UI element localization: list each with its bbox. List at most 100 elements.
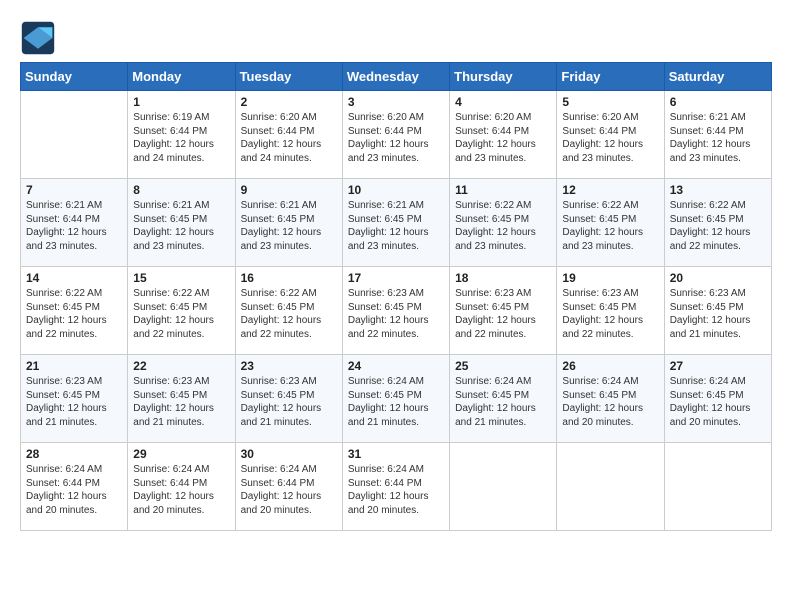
day-info: Sunrise: 6:20 AM Sunset: 6:44 PM Dayligh…	[348, 111, 444, 165]
weekday-header-wednesday: Wednesday	[342, 63, 449, 91]
day-info: Sunrise: 6:22 AM Sunset: 6:45 PM Dayligh…	[670, 199, 766, 253]
day-info: Sunrise: 6:24 AM Sunset: 6:44 PM Dayligh…	[133, 463, 229, 517]
day-number: 15	[133, 271, 229, 285]
day-number: 9	[241, 183, 337, 197]
week-row-1: 1 Sunrise: 6:19 AM Sunset: 6:44 PM Daylig…	[21, 91, 772, 179]
day-number: 4	[455, 95, 551, 109]
day-cell: 28 Sunrise: 6:24 AM Sunset: 6:44 PM Dayli…	[21, 443, 128, 531]
day-info: Sunrise: 6:22 AM Sunset: 6:45 PM Dayligh…	[26, 287, 122, 341]
day-cell: 16 Sunrise: 6:22 AM Sunset: 6:45 PM Dayli…	[235, 267, 342, 355]
day-cell	[21, 91, 128, 179]
logo	[20, 20, 60, 56]
day-info: Sunrise: 6:23 AM Sunset: 6:45 PM Dayligh…	[562, 287, 658, 341]
day-info: Sunrise: 6:24 AM Sunset: 6:45 PM Dayligh…	[455, 375, 551, 429]
day-info: Sunrise: 6:21 AM Sunset: 6:45 PM Dayligh…	[348, 199, 444, 253]
weekday-header-row: SundayMondayTuesdayWednesdayThursdayFrid…	[21, 63, 772, 91]
day-info: Sunrise: 6:24 AM Sunset: 6:44 PM Dayligh…	[241, 463, 337, 517]
day-number: 16	[241, 271, 337, 285]
weekday-header-friday: Friday	[557, 63, 664, 91]
day-cell: 22 Sunrise: 6:23 AM Sunset: 6:45 PM Dayli…	[128, 355, 235, 443]
day-info: Sunrise: 6:21 AM Sunset: 6:45 PM Dayligh…	[241, 199, 337, 253]
day-cell: 15 Sunrise: 6:22 AM Sunset: 6:45 PM Dayli…	[128, 267, 235, 355]
week-row-2: 7Sunrise: 6:21 AM Sunset: 6:44 PM Daylig…	[21, 179, 772, 267]
day-number: 5	[562, 95, 658, 109]
day-cell: 14 Sunrise: 6:22 AM Sunset: 6:45 PM Dayli…	[21, 267, 128, 355]
day-cell: 2Sunrise: 6:20 AM Sunset: 6:44 PM Daylig…	[235, 91, 342, 179]
day-cell: 26Sunrise: 6:24 AM Sunset: 6:45 PM Dayli…	[557, 355, 664, 443]
day-cell: 27 Sunrise: 6:24 AM Sunset: 6:45 PM Dayli…	[664, 355, 771, 443]
day-cell: 8Sunrise: 6:21 AM Sunset: 6:45 PM Daylig…	[128, 179, 235, 267]
day-info: Sunrise: 6:24 AM Sunset: 6:44 PM Dayligh…	[26, 463, 122, 517]
day-info: Sunrise: 6:20 AM Sunset: 6:44 PM Dayligh…	[562, 111, 658, 165]
calendar-table: SundayMondayTuesdayWednesdayThursdayFrid…	[20, 62, 772, 531]
day-number: 17	[348, 271, 444, 285]
day-number: 29	[133, 447, 229, 461]
day-number: 20	[670, 271, 766, 285]
day-number: 6	[670, 95, 766, 109]
day-info: Sunrise: 6:24 AM Sunset: 6:44 PM Dayligh…	[348, 463, 444, 517]
day-number: 1	[133, 95, 229, 109]
day-cell: 23 Sunrise: 6:23 AM Sunset: 6:45 PM Dayli…	[235, 355, 342, 443]
day-info: Sunrise: 6:20 AM Sunset: 6:44 PM Dayligh…	[455, 111, 551, 165]
weekday-header-sunday: Sunday	[21, 63, 128, 91]
day-cell: 13Sunrise: 6:22 AM Sunset: 6:45 PM Dayli…	[664, 179, 771, 267]
day-cell: 11 Sunrise: 6:22 AM Sunset: 6:45 PM Dayli…	[450, 179, 557, 267]
day-cell: 7Sunrise: 6:21 AM Sunset: 6:44 PM Daylig…	[21, 179, 128, 267]
weekday-header-thursday: Thursday	[450, 63, 557, 91]
day-info: Sunrise: 6:21 AM Sunset: 6:44 PM Dayligh…	[670, 111, 766, 165]
day-number: 19	[562, 271, 658, 285]
logo-icon	[20, 20, 56, 56]
day-cell: 9 Sunrise: 6:21 AM Sunset: 6:45 PM Daylig…	[235, 179, 342, 267]
day-cell: 19 Sunrise: 6:23 AM Sunset: 6:45 PM Dayli…	[557, 267, 664, 355]
day-number: 21	[26, 359, 122, 373]
weekday-header-saturday: Saturday	[664, 63, 771, 91]
day-number: 27	[670, 359, 766, 373]
day-info: Sunrise: 6:23 AM Sunset: 6:45 PM Dayligh…	[670, 287, 766, 341]
day-info: Sunrise: 6:22 AM Sunset: 6:45 PM Dayligh…	[133, 287, 229, 341]
day-cell: 20 Sunrise: 6:23 AM Sunset: 6:45 PM Dayli…	[664, 267, 771, 355]
day-info: Sunrise: 6:23 AM Sunset: 6:45 PM Dayligh…	[133, 375, 229, 429]
day-info: Sunrise: 6:23 AM Sunset: 6:45 PM Dayligh…	[455, 287, 551, 341]
day-cell: 1 Sunrise: 6:19 AM Sunset: 6:44 PM Daylig…	[128, 91, 235, 179]
day-cell	[664, 443, 771, 531]
day-number: 7	[26, 183, 122, 197]
day-cell: 12Sunrise: 6:22 AM Sunset: 6:45 PM Dayli…	[557, 179, 664, 267]
day-info: Sunrise: 6:22 AM Sunset: 6:45 PM Dayligh…	[455, 199, 551, 253]
day-number: 23	[241, 359, 337, 373]
weekday-header-tuesday: Tuesday	[235, 63, 342, 91]
day-info: Sunrise: 6:23 AM Sunset: 6:45 PM Dayligh…	[241, 375, 337, 429]
week-row-4: 21 Sunrise: 6:23 AM Sunset: 6:45 PM Dayli…	[21, 355, 772, 443]
day-info: Sunrise: 6:24 AM Sunset: 6:45 PM Dayligh…	[562, 375, 658, 429]
day-info: Sunrise: 6:23 AM Sunset: 6:45 PM Dayligh…	[348, 287, 444, 341]
day-cell: 29 Sunrise: 6:24 AM Sunset: 6:44 PM Dayli…	[128, 443, 235, 531]
page-header	[20, 20, 772, 56]
day-number: 18	[455, 271, 551, 285]
day-number: 14	[26, 271, 122, 285]
day-cell: 6 Sunrise: 6:21 AM Sunset: 6:44 PM Daylig…	[664, 91, 771, 179]
day-info: Sunrise: 6:22 AM Sunset: 6:45 PM Dayligh…	[241, 287, 337, 341]
day-info: Sunrise: 6:22 AM Sunset: 6:45 PM Dayligh…	[562, 199, 658, 253]
day-number: 22	[133, 359, 229, 373]
day-info: Sunrise: 6:24 AM Sunset: 6:45 PM Dayligh…	[348, 375, 444, 429]
day-cell: 21 Sunrise: 6:23 AM Sunset: 6:45 PM Dayli…	[21, 355, 128, 443]
weekday-header-monday: Monday	[128, 63, 235, 91]
week-row-5: 28 Sunrise: 6:24 AM Sunset: 6:44 PM Dayli…	[21, 443, 772, 531]
day-cell: 4 Sunrise: 6:20 AM Sunset: 6:44 PM Daylig…	[450, 91, 557, 179]
day-number: 8	[133, 183, 229, 197]
day-cell	[450, 443, 557, 531]
day-number: 10	[348, 183, 444, 197]
day-cell: 24 Sunrise: 6:24 AM Sunset: 6:45 PM Dayli…	[342, 355, 449, 443]
day-cell	[557, 443, 664, 531]
day-info: Sunrise: 6:23 AM Sunset: 6:45 PM Dayligh…	[26, 375, 122, 429]
day-info: Sunrise: 6:24 AM Sunset: 6:45 PM Dayligh…	[670, 375, 766, 429]
week-row-3: 14 Sunrise: 6:22 AM Sunset: 6:45 PM Dayli…	[21, 267, 772, 355]
day-number: 31	[348, 447, 444, 461]
day-info: Sunrise: 6:19 AM Sunset: 6:44 PM Dayligh…	[133, 111, 229, 165]
day-number: 11	[455, 183, 551, 197]
day-number: 3	[348, 95, 444, 109]
day-cell: 25Sunrise: 6:24 AM Sunset: 6:45 PM Dayli…	[450, 355, 557, 443]
day-cell: 10 Sunrise: 6:21 AM Sunset: 6:45 PM Dayli…	[342, 179, 449, 267]
day-number: 28	[26, 447, 122, 461]
day-number: 24	[348, 359, 444, 373]
day-number: 2	[241, 95, 337, 109]
